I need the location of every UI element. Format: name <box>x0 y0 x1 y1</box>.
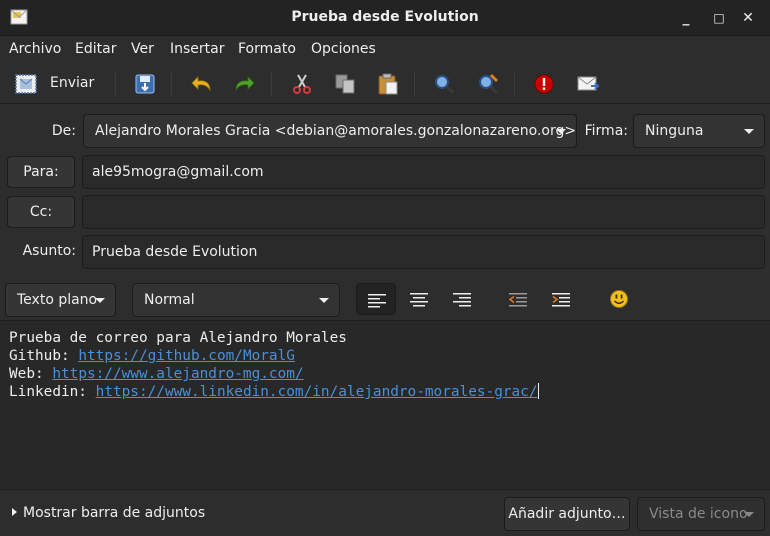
from-value: Alejandro Morales Gracia <debian@amorale… <box>95 123 577 139</box>
paste-icon[interactable] <box>376 72 400 96</box>
attachment-view-combo[interactable]: Vista de icono <box>637 497 765 531</box>
menu-formato[interactable]: Formato <box>238 41 296 57</box>
body-line: Linkedin: https://www.linkedin.com/in/al… <box>9 383 761 401</box>
priority-icon[interactable] <box>532 72 556 96</box>
body-line: Web: https://www.alejandro-mg.com/ <box>9 365 761 383</box>
message-body-editor[interactable]: Prueba de correo para Alejandro Morales … <box>0 321 770 489</box>
paragraph-style-value: Normal <box>144 292 195 308</box>
attachment-bar-expander[interactable]: Mostrar barra de adjuntos <box>12 505 205 521</box>
indent-icon <box>552 293 570 307</box>
editor-mode-value: Texto plano <box>17 292 98 308</box>
align-center-button[interactable] <box>399 283 439 315</box>
menu-editar[interactable]: Editar <box>75 41 116 57</box>
title-bar: Prueba desde Evolution _ □ ✕ <box>0 0 770 36</box>
body-text: Prueba de correo para Alejandro Morales <box>9 330 347 346</box>
unindent-button[interactable] <box>498 283 538 315</box>
request-receipt-icon[interactable] <box>576 72 600 96</box>
chevron-down-icon <box>744 129 754 134</box>
redo-icon[interactable] <box>232 72 256 96</box>
indent-button[interactable] <box>541 283 581 315</box>
from-label: De: <box>51 123 76 139</box>
smiley-icon <box>610 290 628 308</box>
text-cursor <box>537 383 539 399</box>
minimize-button[interactable]: _ <box>674 6 698 30</box>
expander-arrow-icon <box>12 508 17 516</box>
chevron-down-icon <box>319 298 329 303</box>
signature-label: Firma: <box>584 123 628 139</box>
linkedin-link[interactable]: https://www.linkedin.com/in/alejandro-mo… <box>96 384 538 400</box>
menu-bar: Archivo Editar Ver Insertar Formato Opci… <box>0 36 770 64</box>
menu-insertar[interactable]: Insertar <box>170 41 225 57</box>
github-label: Github: <box>9 348 70 364</box>
toolbar-separator <box>115 72 116 96</box>
chevron-down-icon <box>95 298 105 303</box>
chevron-down-icon <box>744 512 754 517</box>
find-icon[interactable] <box>432 72 456 96</box>
add-attachment-button[interactable]: Añadir adjunto… <box>504 497 630 531</box>
to-field[interactable]: ale95mogra@gmail.com <box>82 155 765 189</box>
toolbar-separator <box>271 72 272 96</box>
window-title: Prueba desde Evolution <box>291 9 479 25</box>
linkedin-label: Linkedin: <box>9 384 87 400</box>
to-value: ale95mogra@gmail.com <box>92 164 264 180</box>
cut-icon[interactable] <box>290 72 314 96</box>
web-label: Web: <box>9 366 44 382</box>
save-draft-icon[interactable] <box>133 72 157 96</box>
chevron-down-icon <box>556 129 566 134</box>
menu-opciones[interactable]: Opciones <box>311 41 376 57</box>
format-toolbar: Texto plano Normal <box>0 273 770 321</box>
editor-mode-combo[interactable]: Texto plano <box>5 283 116 317</box>
cc-field[interactable] <box>82 195 765 229</box>
signature-value: Ninguna <box>645 123 704 139</box>
from-combo[interactable]: Alejandro Morales Gracia <debian@amorale… <box>83 114 577 148</box>
find-replace-icon[interactable] <box>476 72 500 96</box>
cc-button[interactable]: Cc: <box>7 196 75 228</box>
toolbar: Enviar <box>0 64 770 104</box>
unindent-icon <box>508 293 527 307</box>
align-center-icon <box>410 293 428 307</box>
body-line: Prueba de correo para Alejandro Morales <box>9 329 761 347</box>
subject-field[interactable]: Prueba desde Evolution <box>82 235 765 269</box>
close-button[interactable]: ✕ <box>736 6 760 30</box>
align-left-button[interactable] <box>356 283 396 315</box>
toolbar-separator <box>514 72 515 96</box>
insert-emoticon-button[interactable] <box>599 283 639 315</box>
maximize-button[interactable]: □ <box>707 6 731 30</box>
to-button[interactable]: Para: <box>7 156 75 188</box>
signature-combo[interactable]: Ninguna <box>633 114 765 148</box>
message-header: De: Alejandro Morales Gracia <debian@amo… <box>0 105 770 273</box>
body-line: Github: https://github.com/MoralG <box>9 347 761 365</box>
github-link[interactable]: https://github.com/MoralG <box>78 348 295 364</box>
align-right-button[interactable] <box>442 283 482 315</box>
align-right-icon <box>453 293 471 307</box>
menu-ver[interactable]: Ver <box>131 41 154 57</box>
attachment-view-value: Vista de icono <box>649 506 748 522</box>
menu-archivo[interactable]: Archivo <box>9 41 61 57</box>
send-button-label[interactable]: Enviar <box>50 75 94 91</box>
subject-label: Asunto: <box>22 243 76 259</box>
web-link[interactable]: https://www.alejandro-mg.com/ <box>52 366 303 382</box>
subject-value: Prueba desde Evolution <box>92 244 258 260</box>
send-icon[interactable] <box>14 72 38 96</box>
undo-icon[interactable] <box>190 72 214 96</box>
align-left-icon <box>368 294 386 308</box>
toolbar-separator <box>414 72 415 96</box>
paragraph-style-combo[interactable]: Normal <box>132 283 340 317</box>
toolbar-separator <box>171 72 172 96</box>
attachment-footer: Mostrar barra de adjuntos Añadir adjunto… <box>0 489 770 536</box>
copy-icon[interactable] <box>333 72 357 96</box>
attachment-bar-label: Mostrar barra de adjuntos <box>23 505 206 521</box>
